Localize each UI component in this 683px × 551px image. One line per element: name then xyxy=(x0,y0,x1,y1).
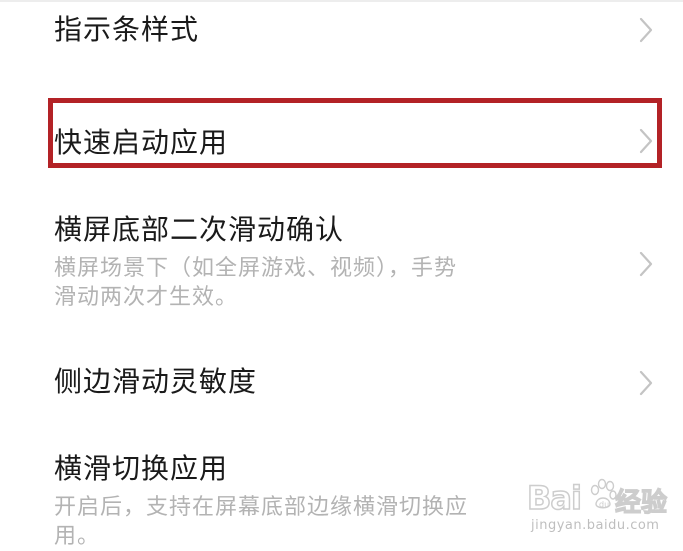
settings-item-title: 指示条样式 xyxy=(54,13,200,46)
settings-item-subtitle-line1: 横屏场景下（如全屏游戏、视频），手势 xyxy=(54,256,458,281)
settings-item-side-swipe-sensitivity[interactable]: 侧边滑动灵敏度 xyxy=(0,345,683,420)
watermark-cn: 经验 xyxy=(614,487,668,518)
svg-text:du: du xyxy=(599,500,609,509)
chevron-right-icon xyxy=(636,251,656,277)
chevron-right-icon xyxy=(636,17,656,43)
settings-item-title: 侧边滑动灵敏度 xyxy=(54,365,258,398)
settings-item-subtitle-line2: 滑动两次才生效。 xyxy=(54,285,239,310)
settings-item-landscape-swipe-confirm[interactable]: 横屏底部二次滑动确认 横屏场景下（如全屏游戏、视频），手势 滑动两次才生效。 xyxy=(0,200,683,320)
settings-item-title: 横屏底部二次滑动确认 xyxy=(54,213,345,246)
settings-item-subtitle-line2: 用。 xyxy=(54,524,101,549)
highlight-box xyxy=(48,98,662,168)
settings-item-subtitle-line1: 开启后，支持在屏幕底部边缘横滑切换应 xyxy=(54,495,469,520)
paw-icon: du xyxy=(589,478,617,516)
watermark-brand: Bai xyxy=(526,479,582,517)
settings-item-title: 横滑切换应用 xyxy=(54,452,229,485)
chevron-right-icon xyxy=(636,370,656,396)
settings-item-indicator-style[interactable]: 指示条样式 xyxy=(0,0,683,70)
watermark-url: jingyan.baidu.com xyxy=(531,518,660,533)
baidu-jingyan-watermark: Bai du 经验 jingyan.baidu.com xyxy=(526,478,677,544)
